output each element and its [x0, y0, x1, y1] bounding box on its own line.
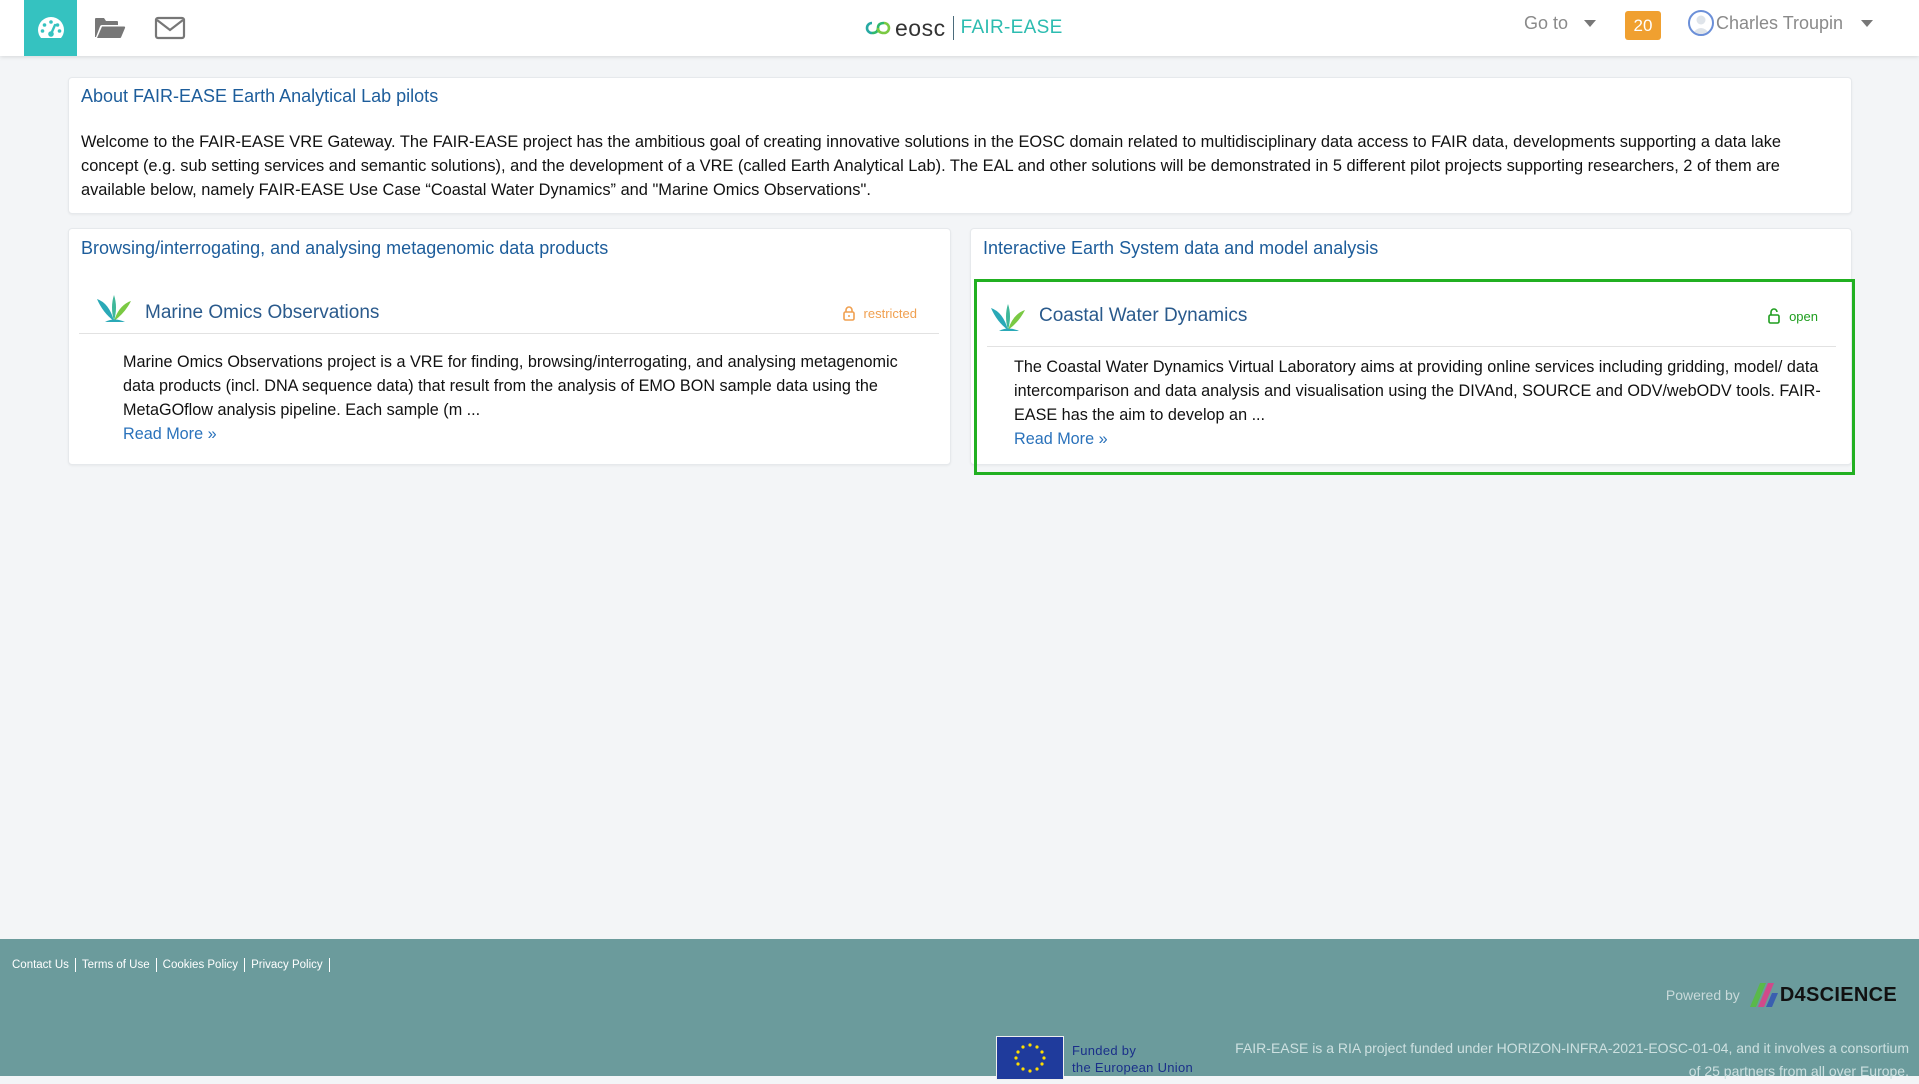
powered-by[interactable]: Powered by D4SCIENCE [1666, 981, 1897, 1009]
card-title-link[interactable]: Marine Omics Observations [145, 302, 379, 324]
footer-link-cookies[interactable]: Cookies Policy [157, 958, 246, 972]
about-title: About FAIR-EASE Earth Analytical Lab pil… [81, 86, 439, 106]
access-label: open [1789, 308, 1818, 324]
eosc-logo-icon [865, 21, 891, 35]
footer-link-contact[interactable]: Contact Us [12, 958, 76, 972]
section-title: Browsing/interrogating, and analysing me… [81, 238, 609, 258]
goto-dropdown[interactable]: Go to [1524, 13, 1597, 34]
notifications-badge[interactable]: 20 [1625, 11, 1661, 40]
about-panel: About FAIR-EASE Earth Analytical Lab pil… [68, 77, 1852, 214]
card-title-link[interactable]: Coastal Water Dynamics [1039, 305, 1247, 327]
unlock-icon [1768, 308, 1780, 324]
vre-leaf-logo-icon [97, 295, 131, 322]
funding-line-1: FAIR-EASE is a RIA project funded under … [1235, 1040, 1909, 1056]
footer-link-privacy[interactable]: Privacy Policy [245, 958, 330, 972]
vre-leaf-logo-icon [991, 304, 1025, 331]
brand-fair-ease-text: FAIR-EASE [960, 17, 1063, 38]
card-description: Marine Omics Observations project is a V… [123, 350, 923, 446]
footer-link-terms[interactable]: Terms of Use [76, 958, 157, 972]
footer-links: Contact Us Terms of Use Cookies Policy P… [12, 958, 330, 972]
avatar [1688, 10, 1714, 36]
user-menu[interactable]: Charles Troupin [1688, 10, 1874, 36]
card-description-text: The Coastal Water Dynamics Virtual Labor… [1014, 358, 1821, 424]
folder-open-icon [95, 18, 126, 38]
card-description: The Coastal Water Dynamics Virtual Labor… [1014, 355, 1838, 451]
site-brand[interactable]: eosc FAIR-EASE [865, 12, 1063, 44]
dashboard-icon [37, 17, 64, 38]
section-earth-system: Interactive Earth System data and model … [970, 228, 1855, 475]
powered-by-label: Powered by [1665, 987, 1740, 1003]
brand-divider [952, 16, 954, 40]
read-more-link[interactable]: Read More » [123, 422, 923, 446]
vre-card-marine-omics[interactable]: Marine Omics Observations restricted Mar… [79, 269, 939, 459]
top-navbar: eosc FAIR-EASE Go to 20 Charles Troupin [0, 0, 1919, 56]
brand-eosc-text: eosc [895, 14, 946, 41]
eu-flag-icon [996, 1036, 1064, 1080]
about-welcome-text: Welcome to the FAIR-EASE VRE Gateway. Th… [81, 133, 1782, 199]
section-metagenomic: Browsing/interrogating, and analysing me… [68, 228, 951, 465]
access-badge-open: open [1767, 308, 1818, 324]
messages-button[interactable] [152, 0, 188, 56]
access-badge-restricted: restricted [842, 305, 917, 321]
d4science-logo-icon [1749, 983, 1778, 1007]
user-name: Charles Troupin [1716, 12, 1844, 33]
site-footer: Contact Us Terms of Use Cookies Policy P… [0, 939, 1919, 1080]
read-more-link[interactable]: Read More » [1014, 427, 1838, 451]
dashboard-button[interactable] [24, 0, 77, 56]
goto-label: Go to [1524, 13, 1569, 33]
funding-statement: FAIR-EASE is a RIA project funded under … [1149, 1037, 1909, 1083]
folder-button[interactable] [90, 0, 130, 56]
vre-card-coastal-water[interactable]: Coastal Water Dynamics open The Coastal … [974, 279, 1855, 475]
d4science-brand: D4SCIENCE [1779, 983, 1897, 1006]
user-avatar-icon [1692, 15, 1710, 34]
envelope-icon [154, 16, 186, 40]
chevron-down-icon [1861, 19, 1874, 27]
access-label: restricted [863, 305, 917, 321]
card-header: Coastal Water Dynamics open [987, 282, 1836, 347]
funding-line-2: of 25 partners from all over Europe. [1688, 1063, 1909, 1079]
lock-icon [842, 306, 855, 321]
notifications-count: 20 [1633, 15, 1653, 35]
card-header: Marine Omics Observations restricted [79, 269, 939, 334]
section-title: Interactive Earth System data and model … [983, 238, 1379, 258]
chevron-down-icon [1584, 20, 1597, 27]
card-description-text: Marine Omics Observations project is a V… [123, 353, 898, 419]
